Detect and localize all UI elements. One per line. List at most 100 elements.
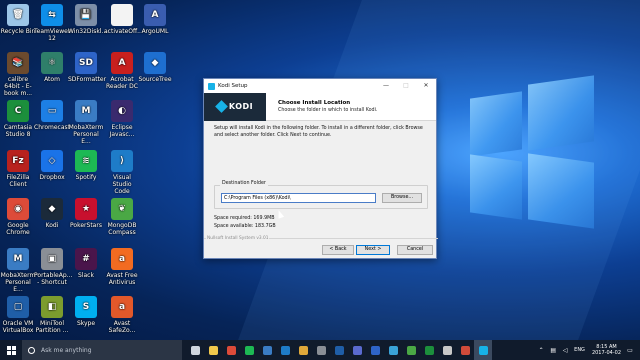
desktop-icon[interactable]: ◇ Dropbox (34, 150, 70, 181)
desktop-icon[interactable]: ▢ Oracle VM VirtualBox (0, 296, 36, 334)
desktop-icon-label: FileZilla Client (6, 174, 30, 188)
notifications-icon[interactable]: ▭ (626, 346, 634, 354)
taskbar-app-button[interactable] (456, 340, 474, 360)
taskbar-app-button[interactable] (384, 340, 402, 360)
kodi-logo-mark-icon (214, 100, 228, 113)
taskbar-app-button[interactable] (276, 340, 294, 360)
close-button[interactable]: ✕ (416, 79, 436, 93)
desktop-icon[interactable]: ◆ Kodi (34, 198, 70, 229)
desktop-icon[interactable]: 📚 calibre 64bit - E-book m... (0, 52, 36, 97)
desktop-icon-label: Recycle Bin (0, 28, 36, 35)
clock[interactable]: 8:15 AM 2017-04-02 (592, 344, 621, 356)
start-button[interactable] (0, 340, 22, 360)
desktop-icon-label: MobaXterm Personal E... (68, 124, 104, 145)
chevron-up-icon[interactable]: ⌃ (537, 346, 545, 354)
taskbar-app-button[interactable] (474, 340, 492, 360)
desktop-icon[interactable]: A Acrobat Reader DC (104, 52, 140, 90)
wizard-header: KODI Choose Install Location Choose the … (204, 92, 436, 121)
desktop-icon-label: PortableAp... - Shortcut (34, 272, 73, 286)
cancel-button[interactable]: Cancel (397, 245, 433, 255)
file-icon (111, 4, 133, 26)
taskbar-app-button[interactable] (348, 340, 366, 360)
avast-safezone-icon: a (111, 296, 133, 318)
app-icon-2 (316, 345, 326, 355)
volume-icon[interactable]: ◁ (561, 346, 569, 354)
desktop-icon[interactable]: ◐ Eclipse Javasc... (104, 100, 140, 138)
taskbar-app-button[interactable] (366, 340, 384, 360)
desktop-icon[interactable]: ◧ MiniTool Partition ... (34, 296, 70, 334)
vscode-icon: ⟩ (111, 150, 133, 172)
desktop-icon[interactable]: ▭ Chromecast (34, 100, 70, 131)
taskbar-app-button[interactable] (312, 340, 330, 360)
desktop-icon[interactable]: ★ PokerStars (68, 198, 104, 229)
destination-folder-label: Destination Folder (220, 181, 268, 186)
desktop-icon[interactable]: C Camtasia Studio 8 (0, 100, 36, 138)
desktop-icon-label: Google Chrome (6, 222, 30, 236)
desktop-icon[interactable]: ❦ MongoDB Compass (104, 198, 140, 236)
desktop-icon-label: activateOff... (104, 28, 143, 35)
desktop-icon-label: Avast Free Antivirus (106, 272, 138, 286)
desktop-icon[interactable]: activateOff... (104, 4, 143, 35)
teamviewer-icon: ⇆ (41, 4, 63, 26)
spotify-icon (244, 345, 254, 355)
taskbar-app-button[interactable] (402, 340, 420, 360)
desktop-icon[interactable]: ≋ Spotify (68, 150, 104, 181)
win32disk-icon: 💾 (75, 4, 97, 26)
desktop-icon[interactable]: a Avast SafeZo... (104, 296, 140, 334)
eclipse-icon: ◐ (111, 100, 133, 122)
cortana-search-box[interactable]: Ask me anything (22, 340, 182, 360)
desktop-icon-label: TeamViewer 12 (34, 28, 71, 42)
taskbar-app-button[interactable] (294, 340, 312, 360)
maximize-button[interactable]: □ (396, 79, 416, 93)
desktop-icon[interactable]: ◉ Google Chrome (0, 198, 36, 236)
desktop-icon-label: Dropbox (39, 174, 65, 181)
desktop-icon-label: Chromecast (34, 124, 70, 131)
desktop-icon-label: Skype (76, 320, 96, 327)
taskbar-app-button[interactable] (420, 340, 438, 360)
desktop-icon-label: Oracle VM VirtualBox (2, 320, 34, 334)
skype-icon: S (75, 296, 97, 318)
desktop-icon[interactable]: ⇆ TeamViewer 12 (34, 4, 70, 42)
destination-folder-group: Destination Folder C:\Program Files (x86… (214, 181, 428, 209)
filezilla-icon: Fz (7, 150, 29, 172)
taskbar-app-button[interactable] (204, 340, 222, 360)
desktop-icon[interactable]: a Avast Free Antivirus (104, 248, 140, 286)
portableapps-icon: ▣ (41, 248, 63, 270)
destination-folder-input[interactable]: C:\Program Files (x86)\Kodi\ (221, 193, 376, 203)
desktop-icon-label: Acrobat Reader DC (106, 76, 138, 90)
language-indicator[interactable]: ENG (574, 347, 585, 353)
space-required: Space required: 169.9MB (214, 216, 275, 221)
desktop-icon[interactable]: S Skype (68, 296, 104, 327)
taskbar-app-button[interactable] (330, 340, 348, 360)
desktop-icon[interactable]: 🗑 Recycle Bin (0, 4, 36, 35)
back-button[interactable]: < Back (322, 245, 354, 255)
network-icon[interactable]: ▤ (549, 346, 557, 354)
wallpaper-pane-3 (470, 154, 522, 220)
desktop-icon[interactable]: ⟩ Visual Studio Code (104, 150, 140, 195)
desktop-icon-label: Avast SafeZo... (108, 320, 136, 334)
desktop-icon[interactable]: M MobaXterm Personal E... (0, 248, 36, 293)
desktop-icon[interactable]: A ArgoUML (137, 4, 173, 35)
virtualbox-icon: ▢ (7, 296, 29, 318)
desktop-icon-label: PokerStars (70, 222, 102, 229)
desktop-icon[interactable]: ◆ SourceTree (137, 52, 173, 83)
desktop-icon-label: Visual Studio Code (112, 174, 132, 195)
desktop-icon[interactable]: SD SDFormatter (68, 52, 106, 83)
wizard-step-title: Choose Install Location (278, 100, 351, 106)
taskbar-app-button[interactable] (258, 340, 276, 360)
desktop-icon[interactable]: ⚛ Atom (34, 52, 70, 83)
minimize-button[interactable]: — (376, 79, 396, 93)
desktop-icon[interactable]: Fz FileZilla Client (0, 150, 36, 188)
wallpaper-pane-4 (528, 153, 594, 229)
wallpaper-pane-2 (528, 75, 594, 151)
desktop-icon[interactable]: 💾 Win32Diskl... (68, 4, 107, 35)
desktop-icon[interactable]: M MobaXterm Personal E... (68, 100, 104, 145)
taskbar-app-button[interactable] (438, 340, 456, 360)
desktop-icon[interactable]: # Slack (68, 248, 104, 279)
taskbar-app-button[interactable] (240, 340, 258, 360)
next-button[interactable]: Next > (356, 245, 390, 255)
browse-button[interactable]: Browse... (382, 193, 422, 203)
taskbar-app-button[interactable] (186, 340, 204, 360)
desktop-icon[interactable]: ▣ PortableAp... - Shortcut (34, 248, 73, 286)
taskbar-app-button[interactable] (222, 340, 240, 360)
